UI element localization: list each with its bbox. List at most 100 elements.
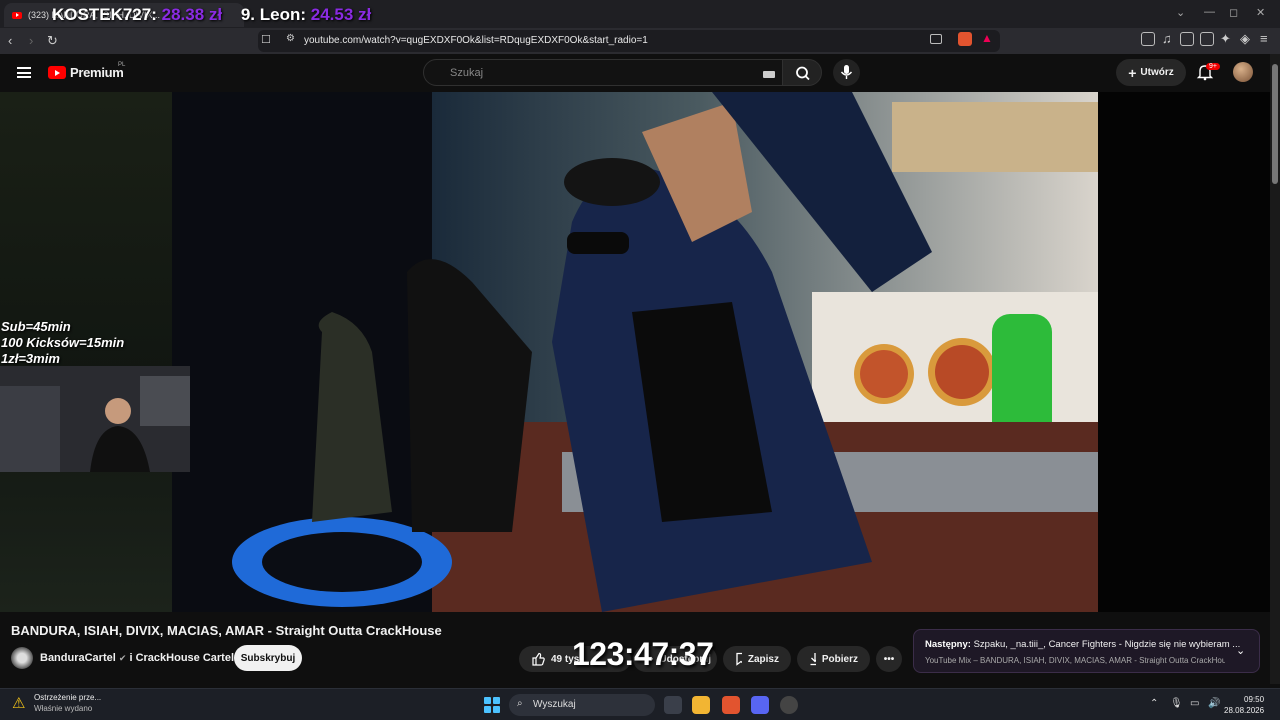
minimize-icon[interactable]: — [1204, 6, 1215, 18]
warning-icon: ⚠ [12, 695, 26, 712]
brave-rewards-icon[interactable]: ▲ [981, 31, 993, 45]
app-icon[interactable] [780, 696, 798, 714]
wallet-icon[interactable] [1200, 32, 1214, 46]
streamer-webcam [0, 366, 190, 472]
bookmark-icon[interactable]: ☐ [261, 33, 271, 46]
tray-volume-icon[interactable]: 🔊 [1208, 698, 1220, 709]
logo-country-code: PL [118, 62, 126, 68]
notification-title: Ostrzeżenie prze... [34, 693, 102, 702]
youtube-header: Premium PL Szukaj + Utwórz [0, 54, 1270, 92]
webcam-image [0, 366, 190, 472]
thumbs-up-icon [532, 652, 545, 666]
search-icon [796, 66, 810, 81]
task-view-icon[interactable] [664, 696, 682, 714]
channel-avatar[interactable] [11, 647, 33, 669]
microphone-icon [840, 65, 853, 79]
leaderboard-2-amount: 24.53 zł [310, 5, 372, 24]
taskbar-search-label: Wyszukaj [533, 699, 576, 710]
create-button[interactable]: + Utwórz [1116, 59, 1186, 86]
channel-collab-text: i CrackHouse Cartel [129, 652, 235, 664]
search-input[interactable]: Szukaj [423, 59, 783, 86]
taskbar-search-icon: ⌕ [517, 698, 523, 709]
cast-icon[interactable] [930, 34, 942, 44]
leaderboard-1-amount: 28.38 zł [161, 5, 223, 24]
up-next-title-line: Następny: Szpaku, _na.tiii_, Cancer Figh… [925, 639, 1240, 650]
tab-list-chevron-icon[interactable]: ⌄ [1176, 6, 1185, 19]
video-scene-image [172, 92, 1098, 612]
more-actions-button[interactable]: ••• [876, 646, 902, 672]
logo-text: Premium [70, 65, 124, 80]
taskbar-search[interactable]: ⌕ Wyszukaj [509, 694, 655, 716]
bookmark-save-icon [736, 652, 742, 666]
verified-icon: ✔ [118, 653, 127, 663]
scrollbar-thumb[interactable] [1272, 64, 1278, 184]
tray-network-icon[interactable]: ▭ [1190, 698, 1199, 709]
brave-browser-icon[interactable] [722, 696, 740, 714]
download-label: Pobierz [821, 653, 858, 665]
video-letterbox-right [1098, 92, 1270, 612]
back-icon[interactable]: ‹ [8, 33, 12, 48]
reload-icon[interactable]: ↻ [47, 33, 58, 49]
brave-shield-icon[interactable] [958, 32, 972, 46]
video-frame[interactable] [172, 92, 1098, 612]
leaderboard-2-name: 9. Leon: [240, 5, 307, 24]
site-info-icon[interactable]: ⚙ [286, 33, 295, 44]
up-next-card[interactable]: Następny: Szpaku, _na.tiii_, Cancer Figh… [913, 629, 1260, 673]
sidebar-icon[interactable] [1180, 32, 1194, 46]
rule-sub: Sub=45min [1, 319, 71, 334]
save-label: Zapisz [747, 653, 779, 665]
address-bar[interactable]: ☐ ⚙ youtube.com/watch?v=qugEXDXF0Ok&list… [258, 30, 1000, 52]
chevron-down-icon[interactable]: ⌄ [1236, 644, 1245, 657]
browser-toolbar: ‹ › ↻ ☐ ⚙ youtube.com/watch?v=qugEXDXF0O… [0, 28, 1280, 54]
maximize-icon[interactable]: ◻ [1229, 6, 1238, 19]
vpn-icon[interactable]: ◈ [1240, 31, 1250, 47]
extensions-icon[interactable] [1141, 32, 1155, 46]
forward-icon[interactable]: › [29, 33, 33, 48]
guide-menu-icon[interactable] [17, 67, 31, 78]
windows-taskbar: ⚠ Ostrzeżenie prze... Właśnie wydano ⌕ W… [0, 688, 1280, 720]
youtube-logo-icon [48, 66, 66, 79]
windows-start-icon[interactable] [484, 697, 500, 713]
video-title: BANDURA, ISIAH, DIVIX, MACIAS, AMAR - St… [11, 623, 442, 638]
taskbar-clock[interactable]: 09:50 28.08.2026 [1224, 694, 1264, 716]
account-avatar[interactable] [1233, 62, 1253, 82]
voice-search-button[interactable] [833, 59, 860, 86]
channel-name-text: BanduraCartel [40, 652, 116, 664]
rule-zloty: 1zł=3mim [1, 351, 60, 366]
download-icon [810, 653, 816, 666]
search-placeholder: Szukaj [450, 67, 484, 79]
up-next-subtitle: YouTube Mix – BANDURA, ISIAH, DIVIX, MAC… [925, 656, 1225, 665]
keyboard-icon[interactable] [763, 71, 775, 78]
clock-date: 28.08.2026 [1224, 706, 1265, 715]
rule-kicks: 100 Kicksów=15min [1, 335, 125, 350]
discord-icon[interactable] [751, 696, 769, 714]
video-player[interactable] [0, 92, 1270, 612]
leo-ai-icon[interactable]: ✦ [1220, 31, 1231, 47]
more-dots-icon: ••• [883, 653, 895, 665]
download-button[interactable]: Pobierz [797, 646, 870, 672]
up-next-prefix: Następny: [925, 639, 971, 650]
channel-name[interactable]: BanduraCartel ✔ i CrackHouse Cartel [40, 652, 234, 664]
clock-time: 09:50 [1244, 695, 1265, 704]
media-icon[interactable]: ♫ [1162, 31, 1172, 46]
tray-chevron-up-icon[interactable]: ⌃ [1150, 698, 1158, 709]
stream-leaderboard-overlay: KOSTEK727: 28.38 zł 9. Leon: 24.53 zł [52, 5, 371, 25]
notification-subtitle: Właśnie wydano [34, 704, 93, 713]
plus-icon: + [1128, 64, 1137, 81]
up-next-title: Szpaku, _na.tiii_, Cancer Fighters - Nig… [973, 639, 1241, 650]
file-explorer-icon[interactable] [692, 696, 710, 714]
create-label: Utwórz [1140, 67, 1174, 78]
page-scrollbar[interactable] [1270, 54, 1280, 684]
close-window-icon[interactable]: ✕ [1256, 6, 1265, 19]
save-button[interactable]: Zapisz [723, 646, 791, 672]
search-button[interactable] [782, 59, 822, 86]
stream-rules-overlay: Sub=45min 100 Kicksów=15min 1zł=3mim [1, 319, 124, 367]
notifications-badge: 9+ [1206, 63, 1220, 70]
youtube-favicon-icon [12, 11, 22, 19]
url-text: youtube.com/watch?v=qugEXDXF0Ok&list=RDq… [304, 35, 648, 46]
menu-icon[interactable]: ≡ [1260, 31, 1268, 46]
youtube-premium-logo[interactable]: Premium [48, 65, 124, 80]
tray-mic-icon[interactable]: 🎙 [1170, 698, 1183, 709]
leaderboard-1-name: KOSTEK727: [52, 5, 157, 24]
subscribe-button[interactable]: Subskrybuj [234, 645, 302, 671]
